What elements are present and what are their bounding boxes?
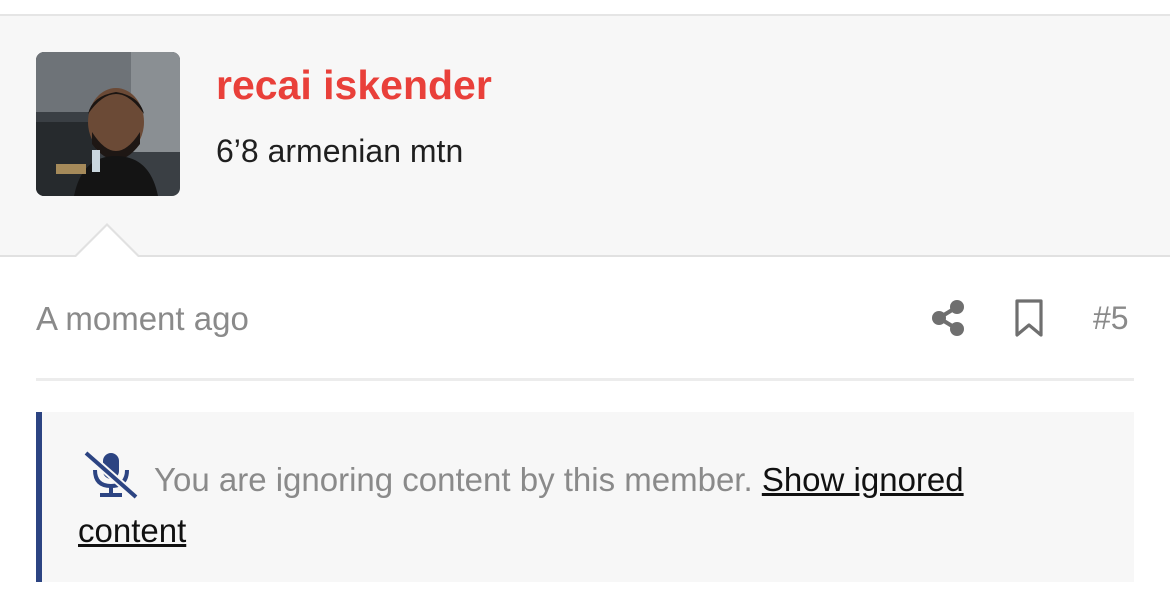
header-pointer-fill	[75, 226, 139, 258]
divider	[36, 378, 1134, 381]
ignored-message-text: You are ignoring content by this member.	[154, 461, 753, 498]
post-number-link[interactable]: #5	[1093, 300, 1129, 337]
share-icon[interactable]	[929, 298, 967, 338]
avatar[interactable]	[36, 52, 180, 196]
username-link[interactable]: recai iskender	[216, 62, 492, 109]
post-timestamp[interactable]: A moment ago	[36, 300, 249, 338]
ignored-content-notice: You are ignoring content by this member.…	[36, 412, 1134, 582]
ignored-message: You are ignoring content by this member.…	[78, 454, 1078, 556]
user-title: 6’8 armenian mtn	[216, 133, 464, 169]
bookmark-icon[interactable]	[1013, 298, 1045, 338]
